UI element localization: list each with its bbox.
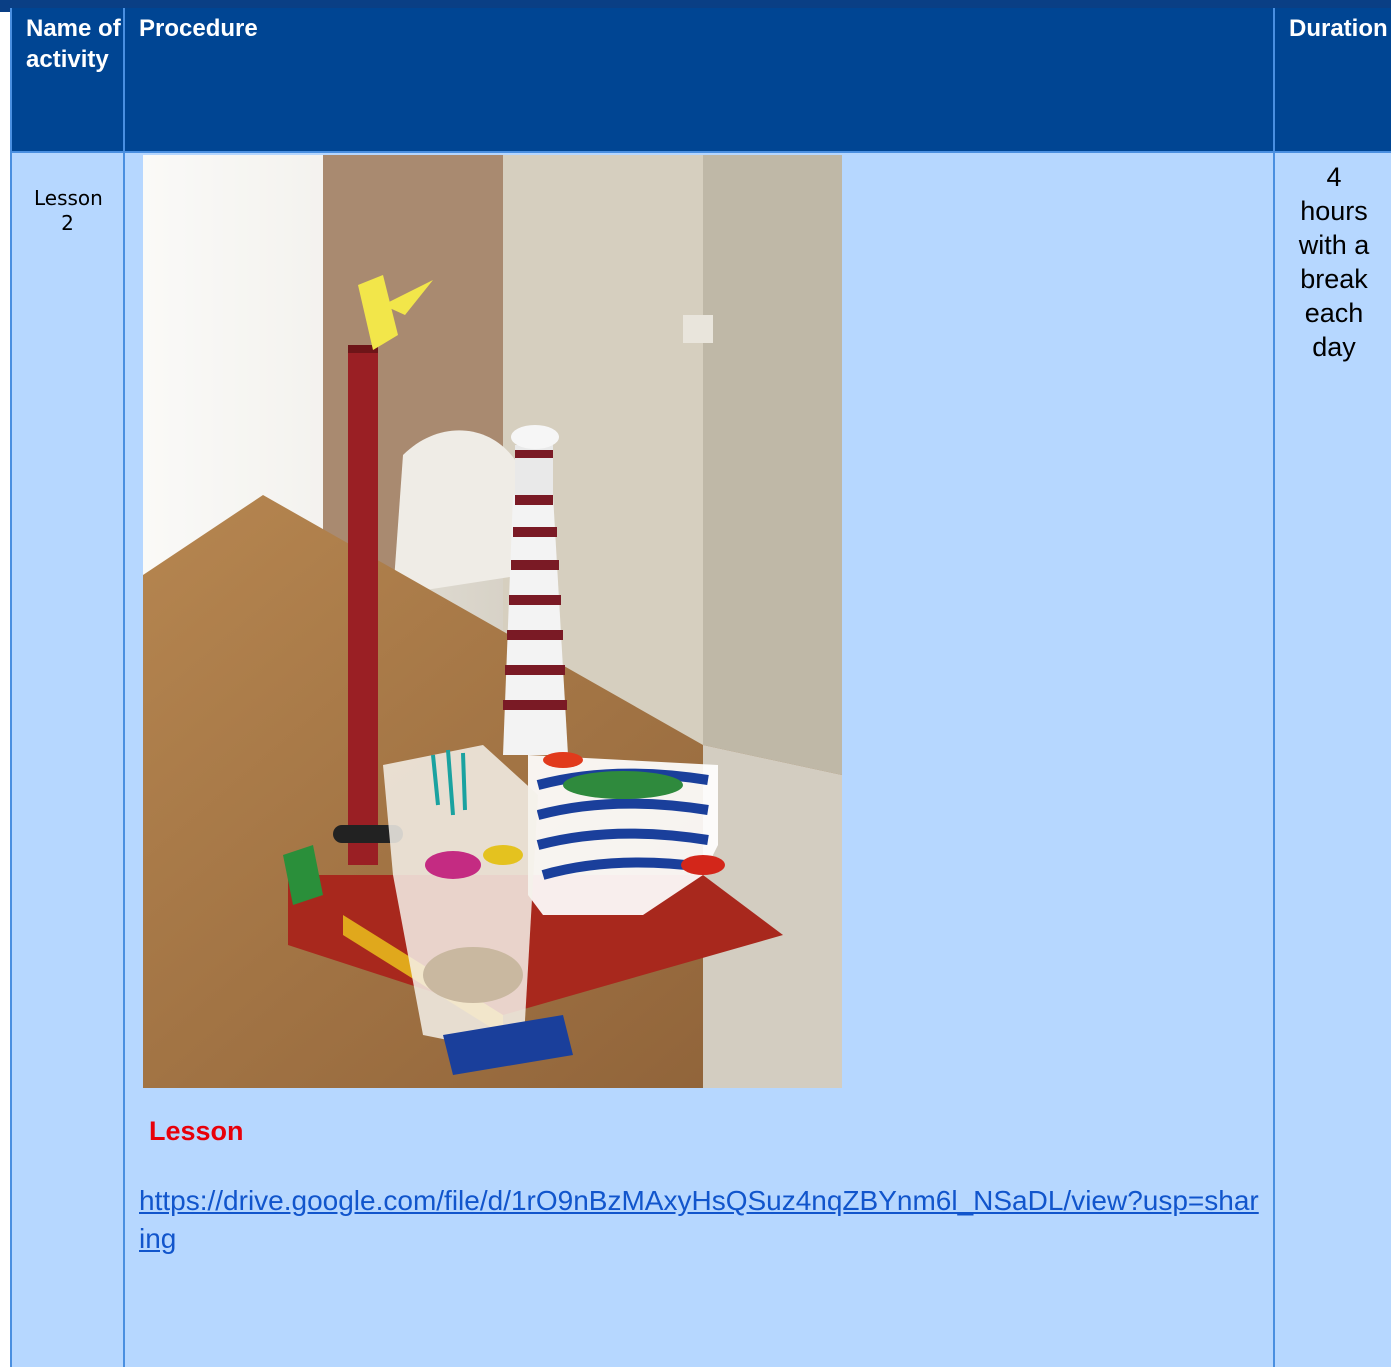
- header-duration: Duration: [1289, 15, 1388, 42]
- header-divider: [12, 151, 1391, 153]
- header-procedure: Procedure: [139, 15, 258, 42]
- lesson-title: Lesson: [149, 1116, 244, 1146]
- lesson-drive-link[interactable]: https://drive.google.com/file/d/1rO9nBzM…: [139, 1182, 1259, 1258]
- duration-text: 4 hours with a break each day: [1298, 162, 1370, 362]
- column-divider: [123, 8, 125, 1367]
- activity-table: Name of activity Procedure Duration Less…: [10, 8, 1391, 1367]
- header-name-of-activity: Name of activity: [26, 15, 121, 73]
- table-header: Name of activity Procedure Duration: [12, 8, 1391, 151]
- lighthouse-model-photo: [143, 155, 842, 1088]
- activity-name: Lesson 2: [34, 186, 103, 235]
